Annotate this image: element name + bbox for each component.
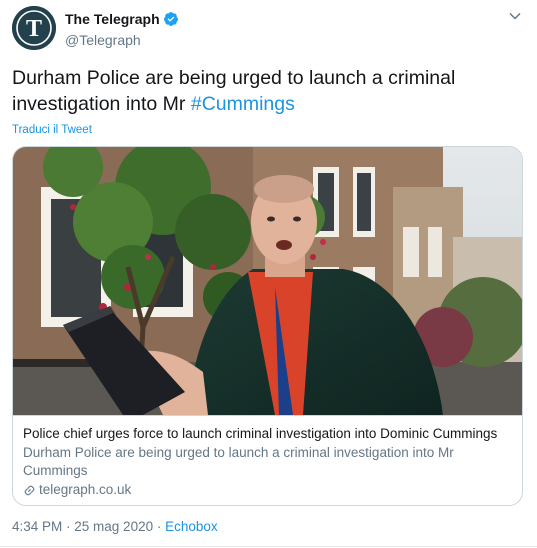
tweet-time[interactable]: 4:34 PM (12, 519, 62, 534)
tweet-date[interactable]: 25 mag 2020 (74, 519, 153, 534)
card-description: Durham Police are being urged to launch … (23, 445, 454, 478)
author-display-name-row[interactable]: The Telegraph (65, 11, 179, 27)
hashtag-link[interactable]: #Cummings (191, 93, 295, 115)
meta-separator: · (62, 519, 75, 534)
card-title[interactable]: Police chief urges force to launch crimi… (23, 425, 514, 443)
svg-text:T: T (26, 16, 42, 42)
link-icon (24, 485, 35, 495)
translate-tweet-link[interactable]: Traduci il Tweet (12, 124, 92, 136)
author-names: The Telegraph @Telegraph (65, 11, 179, 48)
avatar[interactable]: T (12, 6, 56, 50)
tweet: T The Telegraph @Telegraph Durham Police… (0, 0, 537, 548)
card-image[interactable] (13, 147, 522, 415)
card-domain-text[interactable]: telegraph.co.uk (39, 481, 131, 499)
author-handle[interactable]: @Telegraph (65, 32, 179, 48)
news-photo-image (13, 147, 522, 415)
tweet-text: Durham Police are being urged to launch … (12, 65, 512, 117)
chevron-down-icon[interactable] (507, 8, 523, 24)
meta-separator: · (153, 519, 166, 534)
tweet-header: T The Telegraph @Telegraph (12, 6, 525, 50)
link-preview-card[interactable]: Police chief urges force to launch crimi… (12, 146, 523, 506)
verified-badge-icon (163, 12, 178, 26)
telegraph-logo-icon: T (12, 6, 56, 50)
author-display-name[interactable]: The Telegraph (65, 11, 160, 27)
tweet-source-link[interactable]: Echobox (165, 519, 218, 534)
tweet-meta: 4:34 PM · 25 mag 2020 · Echobox (12, 519, 218, 534)
divider (0, 546, 537, 547)
card-body[interactable]: Police chief urges force to launch crimi… (13, 415, 522, 505)
card-domain[interactable]: telegraph.co.uk (23, 481, 514, 499)
